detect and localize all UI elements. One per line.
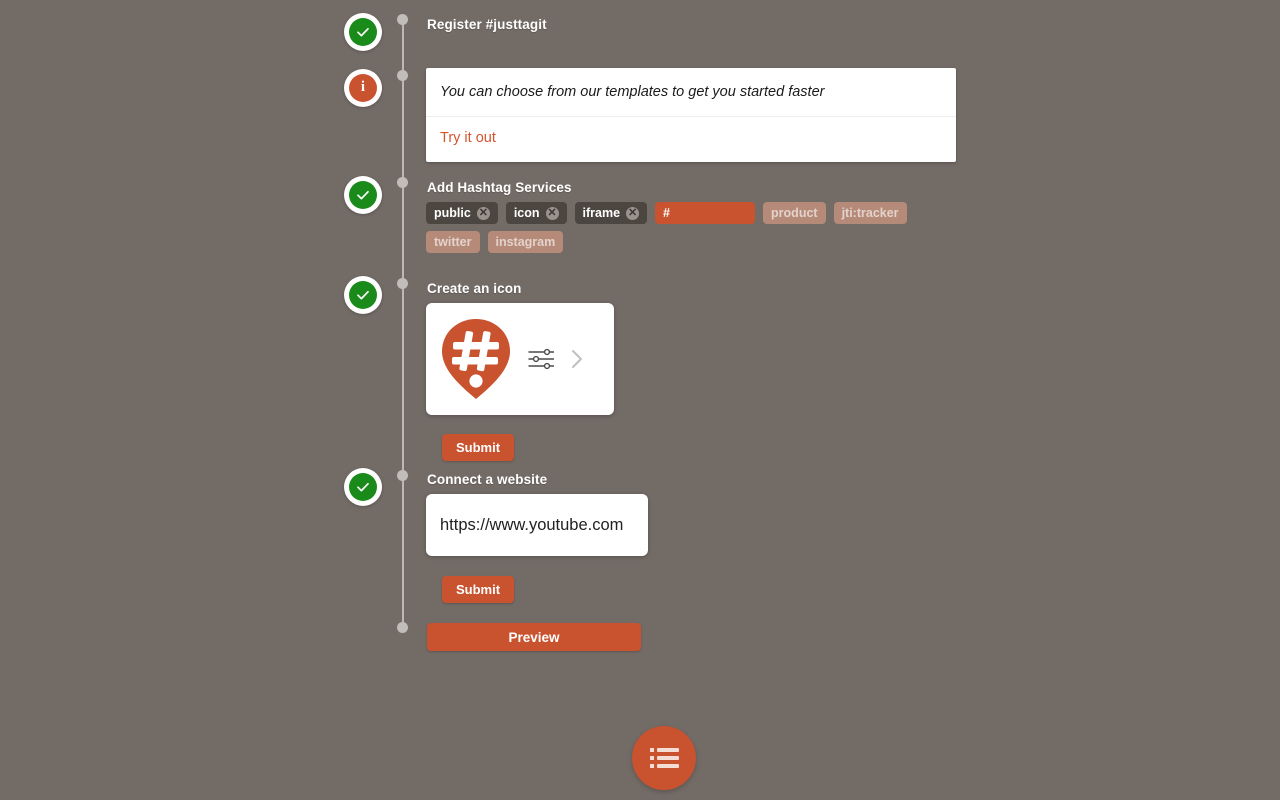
tag-label: iframe (582, 205, 621, 220)
hashtag-pin-icon (442, 319, 510, 399)
check-icon (349, 18, 377, 46)
timeline-dot-create-icon (397, 278, 408, 289)
step-create-icon: Create an icon Submit (426, 281, 614, 461)
step-templates: You can choose from our templates to get… (426, 68, 956, 162)
app-root: Register #justtagit i You can choose fro… (0, 0, 1280, 800)
tag-label: public (434, 205, 471, 220)
tag-iframe[interactable]: iframe ✕ (574, 202, 648, 224)
timeline-dot-preview (397, 622, 408, 633)
suggestion-jti-tracker[interactable]: jti:tracker (833, 202, 907, 224)
menu-fab-button[interactable] (632, 726, 696, 790)
info-icon: i (349, 74, 377, 102)
timeline-dot-connect-website (397, 470, 408, 481)
step-hashtag-services: Add Hashtag Services public ✕ icon ✕ ifr… (426, 180, 946, 253)
step-marker-connect-website (344, 468, 382, 506)
step-title-connect-website: Connect a website (427, 472, 548, 487)
suggestion-twitter[interactable]: twitter (426, 231, 480, 253)
step-marker-hashtag-services (344, 176, 382, 214)
sliders-icon[interactable] (528, 347, 554, 371)
step-title-register: Register #justtagit (427, 17, 547, 32)
try-it-out-link[interactable]: Try it out (426, 117, 956, 161)
step-marker-register (344, 13, 382, 51)
timeline-dot-templates (397, 70, 408, 81)
timeline-line (402, 18, 404, 630)
remove-tag-icon[interactable]: ✕ (476, 206, 490, 220)
website-url-input[interactable] (426, 494, 648, 556)
step-marker-templates: i (344, 69, 382, 107)
timeline-dot-hashtag-services (397, 177, 408, 188)
submit-website-button[interactable]: Submit (442, 576, 515, 603)
step-marker-create-icon (344, 276, 382, 314)
hashtag-input[interactable] (655, 202, 756, 224)
templates-message: You can choose from our templates to get… (426, 68, 956, 118)
preview-button[interactable]: Preview (427, 623, 641, 651)
timeline-dot-register (397, 14, 408, 25)
tag-icon[interactable]: icon ✕ (505, 202, 567, 224)
step-title-hashtag-services: Add Hashtag Services (427, 180, 572, 195)
tag-public[interactable]: public ✕ (426, 202, 498, 224)
icon-preview-card[interactable] (426, 303, 614, 415)
remove-tag-icon[interactable]: ✕ (626, 206, 640, 220)
step-register: Register #justtagit (426, 17, 547, 39)
remove-tag-icon[interactable]: ✕ (545, 206, 559, 220)
suggestion-instagram[interactable]: instagram (487, 231, 564, 253)
step-title-create-icon: Create an icon (427, 281, 522, 296)
step-connect-website: Connect a website Submit (426, 472, 648, 603)
hashtag-tag-list: public ✕ icon ✕ iframe ✕ product jti:tra… (426, 202, 946, 253)
list-menu-icon (649, 748, 679, 768)
chevron-right-icon[interactable] (570, 349, 583, 369)
submit-icon-button[interactable]: Submit (442, 434, 515, 461)
check-icon (349, 281, 377, 309)
check-icon (349, 181, 377, 209)
templates-card: You can choose from our templates to get… (426, 68, 956, 162)
tag-label: icon (513, 205, 540, 220)
check-icon (349, 473, 377, 501)
suggestion-product[interactable]: product (763, 202, 826, 224)
